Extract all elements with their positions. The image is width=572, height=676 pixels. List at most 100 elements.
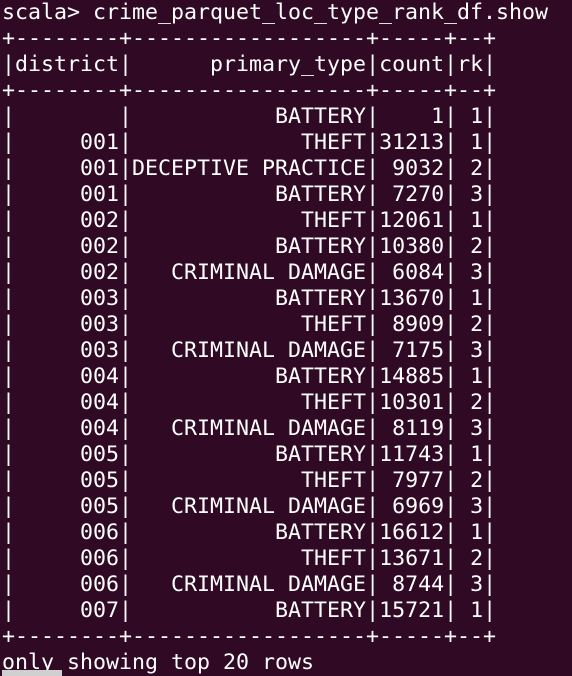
table-cell-rk: 1 [457, 520, 484, 545]
table-cell-rk: 2 [457, 390, 484, 415]
bottom-strip [0, 670, 572, 676]
table-cell-primary-type: BATTERY [132, 104, 367, 129]
table-cell-count: 7977 [379, 468, 445, 493]
table-cell-primary-type: CRIMINAL DAMAGE [132, 338, 367, 363]
table-cell-rk: 3 [457, 182, 484, 207]
table-cell-primary-type: THEFT [132, 390, 367, 415]
table-cell-primary-type: BATTERY [132, 520, 367, 545]
table-border-bottom: +--------+------------------+-----+--+ [2, 624, 497, 649]
table-cell-primary-type: THEFT [132, 130, 367, 155]
table-row: | 004| THEFT|10301| 2| [2, 390, 497, 415]
table-cell-count: 10380 [379, 234, 445, 259]
table-cell-count: 8909 [379, 312, 445, 337]
table-cell-primary-type: THEFT [132, 468, 367, 493]
table-cell-district: 002 [15, 234, 120, 259]
table-row: | 001| THEFT|31213| 1| [2, 130, 497, 155]
table-cell-rk: 2 [457, 546, 484, 571]
table-cell-district: 005 [15, 442, 120, 467]
table-cell-count: 8119 [379, 416, 445, 441]
table-cell-rk: 1 [457, 130, 484, 155]
table-row: | 003| CRIMINAL DAMAGE| 7175| 3| [2, 338, 497, 363]
table-cell-count: 9032 [379, 156, 445, 181]
table-row: | 001|DECEPTIVE PRACTICE| 9032| 2| [2, 156, 497, 181]
column-header-district: district [15, 52, 120, 77]
table-row: | | BATTERY| 1| 1| [2, 104, 497, 129]
command-text: crime_parquet_loc_type_rank_df.show [93, 0, 549, 25]
table-cell-rk: 3 [457, 338, 484, 363]
table-row: | 003| BATTERY|13670| 1| [2, 286, 497, 311]
table-cell-district: 006 [15, 520, 120, 545]
table-row: | 005| BATTERY|11743| 1| [2, 442, 497, 467]
table-cell-count: 6084 [379, 260, 445, 285]
table-cell-count: 7270 [379, 182, 445, 207]
table-border-header: +--------+------------------+-----+--+ [2, 78, 497, 103]
table-row: | 006| THEFT|13671| 2| [2, 546, 497, 571]
table-row: | 006| BATTERY|16612| 1| [2, 520, 497, 545]
table-cell-primary-type: BATTERY [132, 442, 367, 467]
table-row: | 002| BATTERY|10380| 2| [2, 234, 497, 259]
table-cell-district: 005 [15, 468, 120, 493]
table-cell-district: 004 [15, 390, 120, 415]
table-header: |district| primary_type|count|rk| [2, 52, 497, 77]
terminal-window[interactable]: scala> crime_parquet_loc_type_rank_df.sh… [0, 0, 572, 676]
table-cell-primary-type: THEFT [132, 546, 367, 571]
table-cell-primary-type: CRIMINAL DAMAGE [132, 416, 367, 441]
table-cell-district: 003 [15, 312, 120, 337]
table-cell-rk: 2 [457, 468, 484, 493]
table-cell-count: 10301 [379, 390, 445, 415]
table-cell-primary-type: CRIMINAL DAMAGE [132, 572, 367, 597]
table-row: | 002| CRIMINAL DAMAGE| 6084| 3| [2, 260, 497, 285]
table-row: | 002| THEFT|12061| 1| [2, 208, 497, 233]
table-cell-primary-type: BATTERY [132, 364, 367, 389]
prompt: scala> [2, 0, 81, 25]
table-cell-rk: 1 [457, 364, 484, 389]
table-cell-district: 006 [15, 572, 120, 597]
table-cell-count: 8744 [379, 572, 445, 597]
table-cell-count: 1 [379, 104, 445, 129]
table-cell-count: 13671 [379, 546, 445, 571]
table-row: | 007| BATTERY|15721| 1| [2, 598, 497, 623]
table-cell-rk: 1 [457, 208, 484, 233]
table-cell-primary-type: CRIMINAL DAMAGE [132, 494, 367, 519]
table-row: | 004| BATTERY|14885| 1| [2, 364, 497, 389]
table-cell-district: 004 [15, 364, 120, 389]
table-cell-district: 003 [15, 338, 120, 363]
column-header-primary-type: primary_type [132, 52, 367, 77]
table-cell-district: 003 [15, 286, 120, 311]
table-row: | 005| THEFT| 7977| 2| [2, 468, 497, 493]
table-cell-district: 002 [15, 208, 120, 233]
table-cell-district: 001 [15, 182, 120, 207]
table-cell-district: 007 [15, 598, 120, 623]
table-cell-count: 14885 [379, 364, 445, 389]
table-cell-district [15, 104, 119, 129]
table-cell-primary-type: BATTERY [132, 234, 367, 259]
table-border-top: +--------+------------------+-----+--+ [2, 26, 497, 51]
table-cell-rk: 3 [457, 572, 484, 597]
table-row: | 003| THEFT| 8909| 2| [2, 312, 497, 337]
column-header-rk: rk [457, 52, 484, 77]
table-row: | 006| CRIMINAL DAMAGE| 8744| 3| [2, 572, 497, 597]
command-line: scala> crime_parquet_loc_type_rank_df.sh… [2, 0, 572, 26]
table-cell-rk: 1 [457, 104, 484, 129]
table-cell-primary-type: DECEPTIVE PRACTICE [132, 156, 367, 181]
table-cell-primary-type: BATTERY [132, 286, 367, 311]
table-row: | 004| CRIMINAL DAMAGE| 8119| 3| [2, 416, 497, 441]
table-cell-count: 13670 [379, 286, 445, 311]
table-cell-rk: 1 [457, 286, 484, 311]
table-cell-count: 15721 [379, 598, 445, 623]
table-cell-district: 001 [15, 130, 120, 155]
table-row: | 001| BATTERY| 7270| 3| [2, 182, 497, 207]
table-cell-primary-type: THEFT [132, 312, 367, 337]
table-output: +--------+------------------+-----+--+ |d… [2, 26, 572, 650]
table-cell-rk: 3 [457, 260, 484, 285]
column-header-count: count [379, 52, 445, 77]
table-cell-count: 7175 [379, 338, 445, 363]
table-cell-rk: 2 [457, 234, 484, 259]
table-cell-primary-type: BATTERY [132, 182, 367, 207]
table-cell-rk: 2 [457, 312, 484, 337]
table-cell-rk: 3 [457, 494, 484, 519]
table-cell-count: 11743 [379, 442, 445, 467]
table-cell-district: 001 [15, 156, 120, 181]
table-cell-district: 006 [15, 546, 120, 571]
table-row: | 005| CRIMINAL DAMAGE| 6969| 3| [2, 494, 497, 519]
